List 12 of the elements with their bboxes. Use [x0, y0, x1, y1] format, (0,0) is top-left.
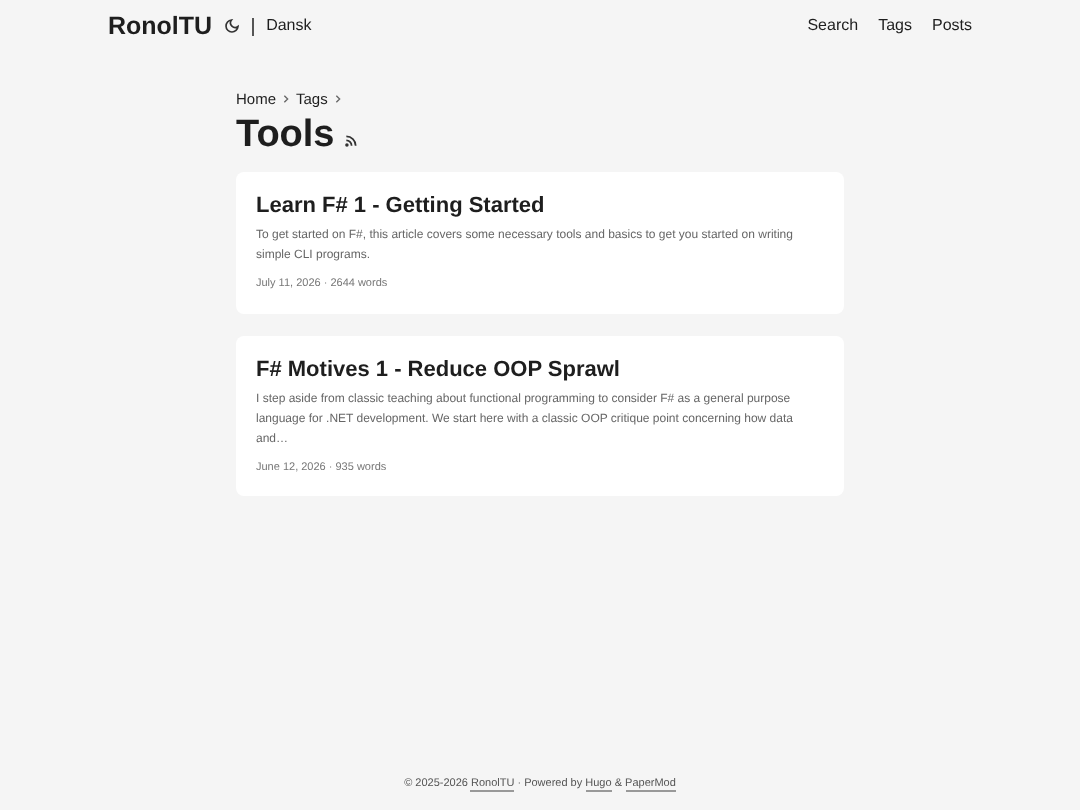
nav-link[interactable]: Tags	[878, 14, 912, 38]
moon-icon[interactable]	[224, 18, 241, 34]
language-link[interactable]: Dansk	[266, 14, 312, 38]
post-title: F# Motives 1 - Reduce OOP Sprawl	[256, 355, 622, 385]
chevron-icon	[333, 94, 342, 105]
chevron-icon	[282, 94, 291, 105]
page-title: Tools	[236, 112, 335, 161]
nav-link[interactable]: Search	[807, 14, 859, 38]
rss-icon[interactable]	[344, 134, 359, 149]
site-logo[interactable]: RonolTU	[108, 7, 213, 45]
nav-link[interactable]: Posts	[931, 14, 972, 38]
post-title: Learn F# 1 - Getting Started	[256, 192, 547, 223]
